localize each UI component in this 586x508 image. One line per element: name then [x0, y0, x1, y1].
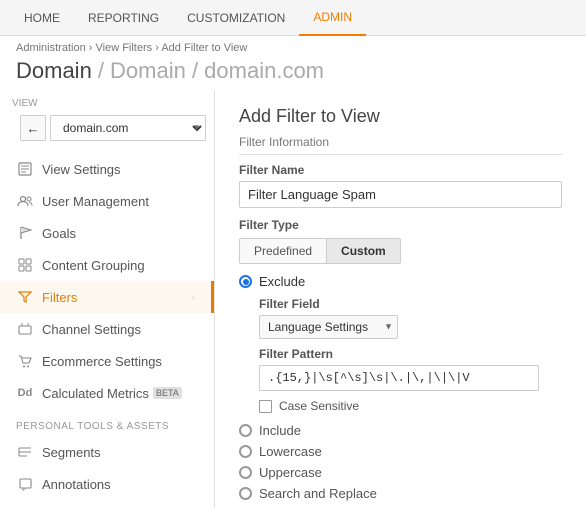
search-replace-radio[interactable] [239, 487, 252, 500]
include-radio[interactable] [239, 424, 252, 437]
sidebar-item-label: View Settings [42, 162, 121, 177]
custom-button[interactable]: Custom [327, 238, 401, 264]
filter-pattern-label: Filter Pattern [259, 347, 562, 361]
sidebar-item-segments[interactable]: Segments [0, 436, 214, 468]
case-sensitive-checkbox[interactable] [259, 400, 272, 413]
search-replace-label: Search and Replace [259, 486, 377, 501]
calc-icon: Dd [16, 384, 34, 402]
section-label: Filter Information [239, 135, 562, 155]
sidebar-item-content-grouping[interactable]: Content Grouping [0, 249, 214, 281]
sidebar-item-goals[interactable]: Goals [0, 217, 214, 249]
content-title: Add Filter to View [239, 106, 562, 127]
filter-name-input[interactable] [239, 181, 562, 208]
exclude-radio[interactable] [239, 275, 252, 288]
sidebar-item-label: Filters [42, 290, 77, 305]
sidebar-item-channel-settings[interactable]: Channel Settings [0, 313, 214, 345]
doc-icon [16, 160, 34, 178]
sidebar-item-calculated-metrics[interactable]: Dd Calculated Metrics BETA [0, 377, 214, 409]
filter-pattern-input[interactable] [259, 365, 539, 391]
top-nav: HOME REPORTING CUSTOMIZATION ADMIN [0, 0, 586, 36]
filter-type-label: Filter Type [239, 218, 562, 232]
sidebar-item-label: Channel Settings [42, 322, 141, 337]
chevron-right-icon: › [192, 292, 195, 303]
sidebar-item-label: Content Grouping [42, 258, 145, 273]
view-select[interactable]: domain.com [50, 115, 206, 141]
include-label: Include [259, 423, 301, 438]
page-title: Domain [16, 58, 92, 84]
cart-icon [16, 352, 34, 370]
filter-field-select[interactable]: Language Settings [259, 315, 398, 339]
channel-icon [16, 320, 34, 338]
flag-icon [16, 224, 34, 242]
sidebar-item-label: Goals [42, 226, 76, 241]
uppercase-label: Uppercase [259, 465, 322, 480]
sidebar-item-filters[interactable]: Filters › [0, 281, 214, 313]
grid-icon [16, 256, 34, 274]
lowercase-radio[interactable] [239, 445, 252, 458]
filter-name-label: Filter Name [239, 163, 562, 177]
case-sensitive-label: Case Sensitive [279, 399, 359, 413]
nav-home[interactable]: HOME [10, 0, 74, 36]
filter-field-select-wrap: Language Settings ▾ [259, 315, 398, 339]
segments-icon [16, 443, 34, 461]
nav-reporting[interactable]: REPORTING [74, 0, 173, 36]
beta-badge: BETA [153, 387, 182, 399]
exclude-label: Exclude [259, 274, 305, 289]
back-button[interactable]: ← [20, 115, 46, 141]
lowercase-label: Lowercase [259, 444, 322, 459]
sidebar-item-user-management[interactable]: User Management [0, 185, 214, 217]
sidebar-item-label: Segments [42, 445, 101, 460]
sidebar-item-view-settings[interactable]: View Settings [0, 153, 214, 185]
sidebar-item-label: Ecommerce Settings [42, 354, 162, 369]
nav-customization[interactable]: CUSTOMIZATION [173, 0, 299, 36]
users-icon [16, 192, 34, 210]
page-subtitle: / Domain / domain.com [98, 58, 324, 84]
sidebar: VIEW ← domain.com View Settings User Man… [0, 90, 215, 508]
sidebar-item-annotations[interactable]: Annotations [0, 468, 214, 500]
breadcrumb: Administration › View Filters › Add Filt… [0, 36, 586, 56]
annotations-icon [16, 475, 34, 493]
nav-admin[interactable]: ADMIN [299, 0, 366, 36]
sidebar-item-label: User Management [42, 194, 149, 209]
filter-field-label: Filter Field [259, 297, 562, 311]
sidebar-item-ecommerce-settings[interactable]: Ecommerce Settings [0, 345, 214, 377]
sidebar-item-label: Calculated Metrics [42, 386, 149, 401]
uppercase-radio[interactable] [239, 466, 252, 479]
sidebar-item-label: Annotations [42, 477, 111, 492]
content-area: Add Filter to View Filter Information Fi… [215, 90, 586, 508]
predefined-button[interactable]: Predefined [239, 238, 327, 264]
filter-icon [16, 288, 34, 306]
personal-tools-label: PERSONAL TOOLS & ASSETS [0, 409, 214, 436]
view-label: VIEW [0, 90, 214, 111]
